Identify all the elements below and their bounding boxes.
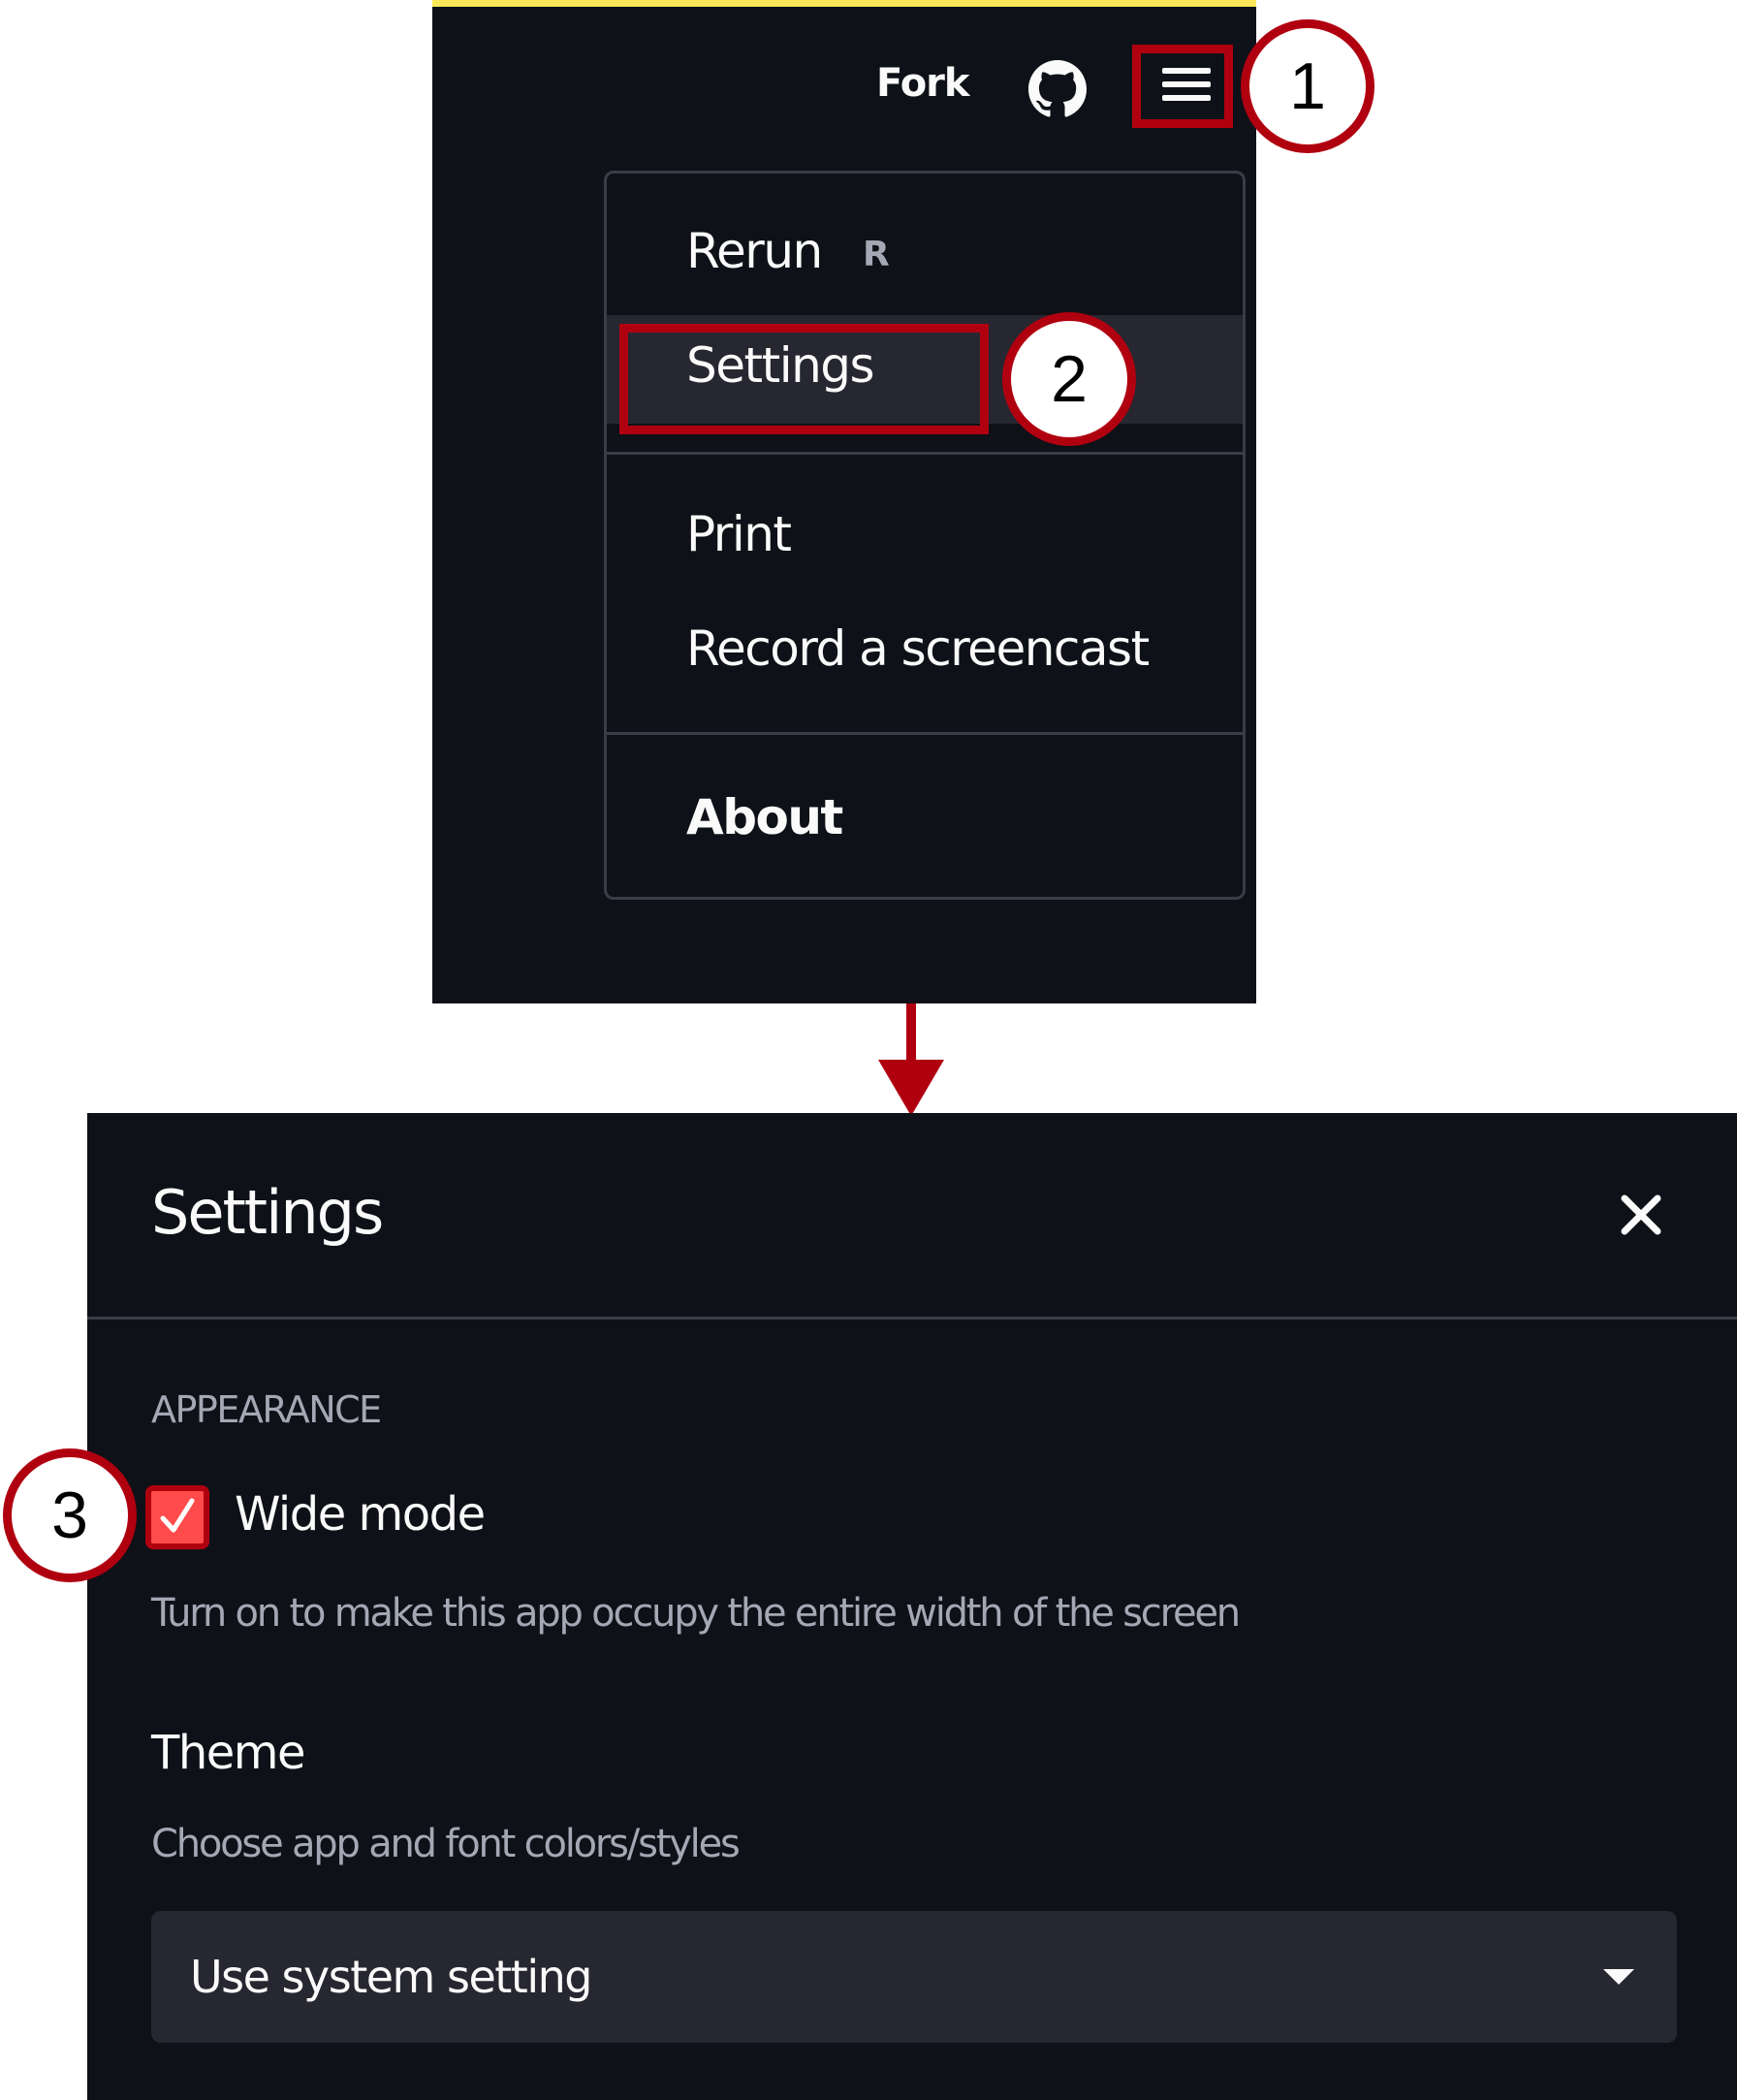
annotation-highlight-settings xyxy=(619,324,989,434)
wide-mode-checkbox[interactable] xyxy=(145,1485,209,1549)
github-icon[interactable] xyxy=(1028,60,1087,118)
step-marker-3: 3 xyxy=(3,1448,137,1582)
flow-arrow-down-icon xyxy=(878,1003,944,1116)
header-decoration-stripe xyxy=(432,0,1256,7)
theme-select[interactable]: Use system setting xyxy=(151,1911,1677,2043)
theme-select-value: Use system setting xyxy=(190,1951,592,2003)
menu-divider xyxy=(607,452,1243,455)
dialog-title: Settings xyxy=(151,1177,384,1248)
theme-heading: Theme xyxy=(151,1726,306,1780)
menu-item-print[interactable]: Print xyxy=(607,505,1243,583)
annotation-highlight-menu-button xyxy=(1132,45,1233,128)
chevron-down-icon xyxy=(1603,1969,1634,1985)
menu-item-label: Record a screencast xyxy=(686,620,1150,677)
step-marker-2: 2 xyxy=(1002,312,1136,446)
menu-item-record-screencast[interactable]: Record a screencast xyxy=(607,620,1243,697)
checkmark-icon xyxy=(160,1498,195,1533)
keyboard-shortcut: R xyxy=(863,235,890,274)
section-heading-appearance: APPEARANCE xyxy=(151,1388,382,1431)
wide-mode-help-text: Turn on to make this app occupy the enti… xyxy=(151,1591,1241,1636)
close-icon[interactable] xyxy=(1619,1193,1663,1237)
menu-item-rerun[interactable]: Rerun R xyxy=(607,222,1243,329)
step-marker-1: 1 xyxy=(1241,19,1374,153)
menu-divider xyxy=(607,732,1243,735)
theme-help-text: Choose app and font colors/styles xyxy=(151,1822,741,1866)
menu-item-label: Rerun xyxy=(686,223,823,279)
menu-item-label: About xyxy=(686,789,843,845)
settings-dialog: Settings APPEARANCE Wide mode Turn on to… xyxy=(87,1113,1737,2100)
dialog-divider xyxy=(87,1317,1737,1320)
main-menu-dropdown: Rerun R Settings Print Record a screenca… xyxy=(604,171,1246,900)
menu-item-label: Print xyxy=(686,506,792,562)
wide-mode-label[interactable]: Wide mode xyxy=(235,1485,486,1543)
menu-item-about[interactable]: About xyxy=(607,788,1243,866)
app-menu-screenshot: Fork Rerun R Settings Print Record a scr… xyxy=(432,0,1256,1003)
fork-link[interactable]: Fork xyxy=(876,59,970,108)
